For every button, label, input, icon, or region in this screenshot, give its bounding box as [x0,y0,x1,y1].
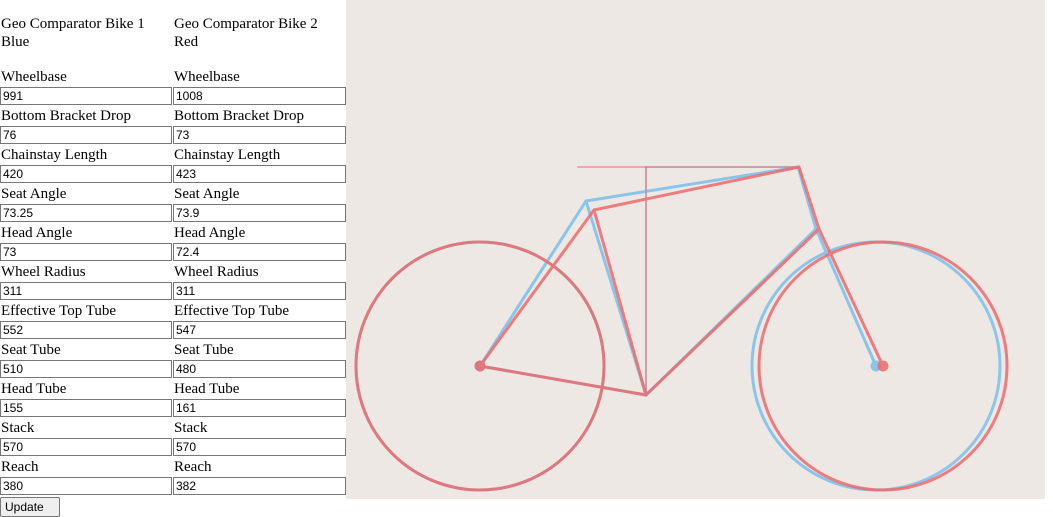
wheelbase-label: Wheelbase [174,69,240,85]
bike2-top-tube [592,165,801,212]
bike2-rear-axle [474,360,486,372]
reach-label: Reach [174,459,212,475]
bike1-reach-input[interactable] [0,477,172,495]
bike1-chainstay-input[interactable] [0,165,172,183]
seat-angle-label: Seat Angle [1,186,67,202]
bike1-head-tube-input[interactable] [0,399,172,417]
bike1-column: Geo Comparator Bike 1 Blue Wheelbase Bot… [0,0,173,495]
bike2-wheelbase-input[interactable] [173,87,346,105]
bike2-column: Geo Comparator Bike 2 Red Wheelbase Bott… [173,0,346,495]
bike1-top-tube [584,165,800,203]
bike2-seat-angle-input[interactable] [173,204,346,222]
bike1-fork [814,227,878,368]
bike2-chainstay [478,364,648,397]
stack-label: Stack [174,420,208,436]
head-tube-label: Head Tube [174,381,240,397]
top-tube-label: Effective Top Tube [1,303,117,319]
seat-tube-label: Seat Tube [1,342,61,358]
wheelbase-label: Wheelbase [1,69,67,85]
bike1-seatstay [478,199,588,368]
bike2-chainstay-input[interactable] [173,165,346,183]
bike1-wheelbase-input[interactable] [0,87,172,105]
head-angle-label: Head Angle [174,225,246,241]
top-tube-label: Effective Top Tube [174,303,290,319]
bike2-seat-tube-input[interactable] [173,360,346,378]
geometry-form: Geo Comparator Bike 1 Blue Wheelbase Bot… [0,0,346,517]
bike2-frame [354,165,1009,492]
wheel-radius-label: Wheel Radius [174,264,259,280]
head-angle-label: Head Angle [1,225,73,241]
wheel-radius-label: Wheel Radius [1,264,86,280]
bike2-wheel-radius-input[interactable] [173,282,346,300]
reach-label: Reach [1,459,39,475]
bb-drop-label: Bottom Bracket Drop [1,108,131,124]
seat-tube-label: Seat Tube [174,342,234,358]
bike2-reach-input[interactable] [173,477,346,495]
stack-label: Stack [1,420,35,436]
seat-angle-label: Seat Angle [174,186,240,202]
geometry-canvas [346,0,1045,499]
bike1-top-tube-input[interactable] [0,321,172,339]
bike2-title: Geo Comparator Bike 2 Red [174,16,318,50]
chainstay-label: Chainstay Length [1,147,108,163]
bike1-head-angle-input[interactable] [0,243,172,261]
bike-overlay-drawing [354,165,1009,492]
bike2-top-tube-input[interactable] [173,321,346,339]
bike2-down-tube [644,227,821,397]
bike2-bb-drop-input[interactable] [173,126,346,144]
bike1-stack-input[interactable] [0,438,172,456]
chainstay-label: Chainstay Length [174,147,281,163]
bike2-seat-tube [592,208,648,397]
bike2-stack-input[interactable] [173,438,346,456]
bike1-seat-tube-input[interactable] [0,360,172,378]
bike1-title: Geo Comparator Bike 1 Blue [1,16,145,50]
bike1-bb-drop-input[interactable] [0,126,172,144]
bike1-frame [354,165,1002,492]
head-tube-label: Head Tube [1,381,67,397]
bike1-wheel-radius-input[interactable] [0,282,172,300]
bike2-head-tube [797,165,821,231]
bike2-front-axle [877,360,889,372]
bb-drop-label: Bottom Bracket Drop [174,108,304,124]
bike2-head-angle-input[interactable] [173,243,346,261]
bike2-head-tube-input[interactable] [173,399,346,417]
update-button[interactable]: Update [0,497,60,517]
bike1-seat-angle-input[interactable] [0,204,172,222]
bike2-fork [817,227,885,368]
